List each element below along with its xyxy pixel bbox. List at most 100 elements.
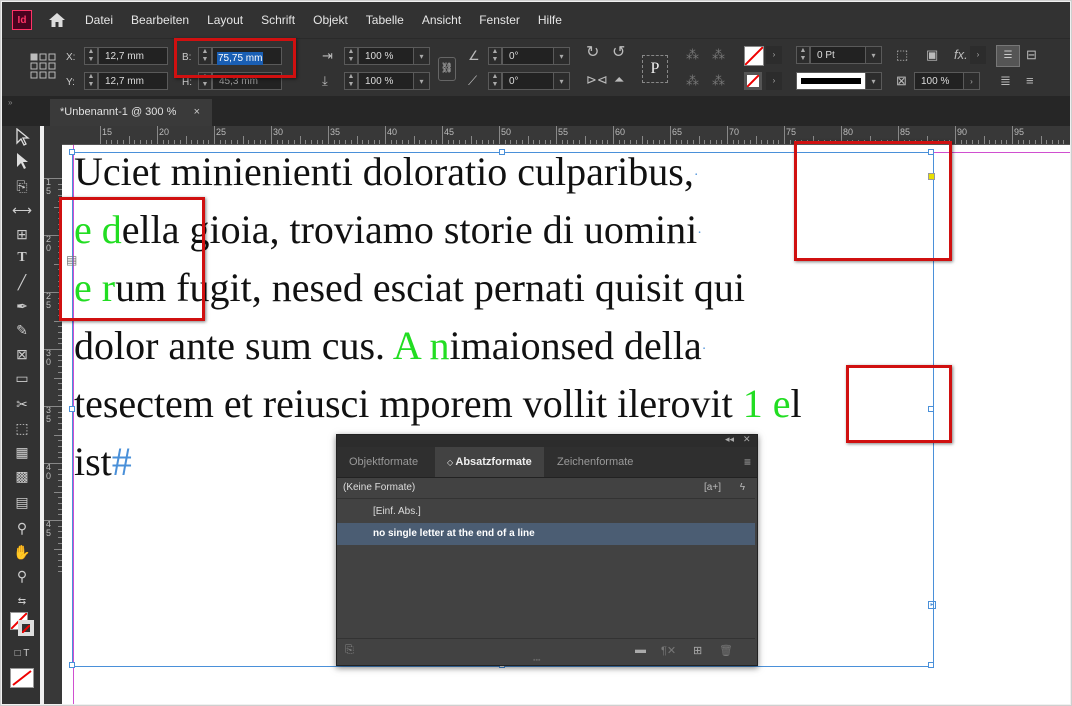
drop-shadow-icon[interactable]: ▣ (926, 47, 938, 63)
delete-style-icon[interactable]: 🗑 (719, 644, 733, 657)
select-container-icon[interactable]: ⁂ (686, 47, 699, 63)
ruler-origin[interactable] (44, 126, 62, 144)
scale-y-stepper[interactable]: ▲ ▼ (344, 72, 358, 90)
rotate-dropdown[interactable]: ▾ (554, 47, 570, 65)
align-left-icon[interactable]: ☰ (996, 45, 1020, 67)
menu-schrift[interactable]: Schrift (252, 13, 304, 27)
formatting-container-icon[interactable]: □ T (12, 644, 32, 664)
rotate-clockwise-icon[interactable]: ↻ (586, 45, 599, 61)
tab-unbenannt-1[interactable]: *Unbenannt-1 @ 300 % × (50, 99, 212, 126)
clear-overrides-icon[interactable]: ¶✕ (661, 644, 676, 657)
panel-close-icon[interactable]: ✕ (743, 434, 751, 445)
opacity-dropdown[interactable]: › (964, 72, 980, 90)
tab-zeichenformate[interactable]: Zeichenformate (545, 447, 645, 477)
distribute-icon[interactable]: ≣ (1000, 73, 1011, 89)
scissors-tool-icon[interactable]: ✂ (12, 394, 32, 414)
default-fill-stroke-icon[interactable]: ⇆ (12, 592, 32, 612)
zoom-tool-icon[interactable]: ⚲ (12, 566, 32, 586)
gradient-feather-tool-icon[interactable]: ▩ (12, 466, 32, 486)
list-item[interactable]: [Einf. Abs.] (337, 501, 755, 523)
gap-tool-icon[interactable]: ⟷ (12, 200, 32, 220)
content-collector-tool-icon[interactable]: ⊞ (12, 224, 32, 244)
page-tool-icon[interactable]: ⎘ (12, 176, 32, 196)
stroke-weight-input[interactable]: 0 Pt (810, 46, 866, 64)
width-stepper[interactable]: ▲ ▼ (198, 47, 212, 65)
frame-handle-tr[interactable] (928, 149, 934, 155)
stroke-type-dropdown[interactable]: ▾ (866, 72, 882, 90)
effects-dropdown[interactable]: › (970, 46, 986, 64)
new-style-icon[interactable]: ⊞ (693, 644, 702, 657)
height-input[interactable]: 45,3 mm (212, 72, 282, 90)
stroke-dropdown[interactable]: › (766, 72, 782, 90)
y-position-input[interactable]: 12,7 mm (98, 72, 168, 90)
menu-objekt[interactable]: Objekt (304, 13, 357, 27)
flip-horizontal-icon[interactable]: ⊳⊲ (586, 72, 608, 88)
align-center-icon[interactable]: ⊟ (1026, 47, 1037, 63)
root-style-row[interactable]: (Keine Formate) [a+] ϟ (337, 477, 755, 499)
frame-handle-mr[interactable] (928, 406, 934, 412)
frame-handle-bl[interactable] (69, 662, 75, 668)
scale-x-input[interactable]: 100 % (358, 47, 414, 65)
y-stepper[interactable]: ▲ ▼ (84, 72, 98, 90)
scale-y-input[interactable]: 100 % (358, 72, 414, 90)
height-stepper[interactable]: ▲ ▼ (198, 72, 212, 90)
resize-grip-icon[interactable]: ▪▪▪ (533, 657, 540, 664)
text-line-2[interactable]: e della gioia, troviamo storie di uomini… (74, 207, 702, 257)
effects-icon[interactable]: fx. (954, 47, 968, 63)
select-content-icon[interactable]: ⁂ (686, 73, 699, 89)
rectangle-frame-tool-icon[interactable]: ⊠ (12, 344, 32, 364)
create-style-from-selection-icon[interactable]: [a+] (704, 477, 721, 499)
gradient-swatch-tool-icon[interactable]: ▦ (12, 442, 32, 462)
hand-tool-icon[interactable]: ✋ (12, 542, 32, 562)
select-previous-icon[interactable]: ⁂ (712, 47, 725, 63)
close-tab-icon[interactable]: × (194, 99, 200, 126)
lightning-icon[interactable]: ϟ (740, 477, 745, 499)
shear-stepper[interactable]: ▲ ▼ (488, 72, 502, 90)
text-line-4[interactable]: dolor ante sum cus. A nimaionsed della· (74, 323, 706, 373)
menu-layout[interactable]: Layout (198, 13, 252, 27)
rotate-stepper[interactable]: ▲ ▼ (488, 47, 502, 65)
rotate-counterclockwise-icon[interactable]: ↺ (612, 45, 625, 61)
collapse-panel-icon[interactable]: » (8, 98, 12, 107)
stroke-weight-dropdown[interactable]: ▾ (866, 46, 882, 64)
x-position-input[interactable]: 12,7 mm (98, 47, 168, 65)
flip-vertical-icon[interactable]: ⏶ (614, 72, 624, 88)
reference-point-icon[interactable] (30, 53, 56, 82)
stroke-swatch-icon[interactable] (744, 72, 762, 90)
constrain-proportions-icon[interactable]: ⛓ (438, 57, 456, 81)
scale-x-stepper[interactable]: ▲ ▼ (344, 47, 358, 65)
align-right-icon[interactable]: ≡ (1026, 73, 1034, 89)
menu-fenster[interactable]: Fenster (470, 13, 529, 27)
corner-options-handle[interactable] (928, 173, 935, 180)
fill-stroke-swatch-icon[interactable] (10, 612, 34, 636)
selection-tool-icon[interactable] (12, 127, 32, 148)
shear-dropdown[interactable]: ▾ (554, 72, 570, 90)
frame-handle-br[interactable] (928, 662, 934, 668)
free-transform-tool-icon[interactable]: ⬚ (12, 418, 32, 438)
load-styles-icon[interactable]: ⎘ (345, 644, 354, 657)
stroke-type-selector[interactable] (796, 72, 866, 90)
menu-hilfe[interactable]: Hilfe (529, 13, 571, 27)
menu-tabelle[interactable]: Tabelle (357, 13, 413, 27)
panel-menu-icon[interactable]: ≡ (744, 455, 751, 469)
vertical-ruler[interactable]: 1 5 2 0 2 5 3 0 3 5 4 0 4 5 (44, 144, 63, 704)
pen-tool-icon[interactable]: ✒ (12, 296, 32, 316)
eyedropper-tool-icon[interactable]: ⚲ (12, 518, 32, 538)
line-tool-icon[interactable]: ╱ (12, 272, 32, 292)
rectangle-tool-icon[interactable]: ▭ (12, 368, 32, 388)
note-tool-icon[interactable]: ▤ (12, 492, 32, 512)
select-next-icon[interactable]: ⁂ (712, 73, 725, 89)
text-frame-options-icon[interactable]: ⬚ (896, 47, 908, 63)
scale-x-dropdown[interactable]: ▾ (414, 47, 430, 65)
text-line-1[interactable]: Uciet minienienti doloratio culparibus,· (74, 149, 699, 199)
text-line-6[interactable]: ist# (74, 439, 132, 485)
fill-dropdown[interactable]: › (766, 46, 782, 64)
text-line-3[interactable]: e rum fugit, nesed esciat pernati quisit… (74, 265, 745, 311)
shear-input[interactable]: 0° (502, 72, 554, 90)
panel-collapse-icon[interactable]: ◂◂ (725, 434, 734, 445)
menu-datei[interactable]: Datei (76, 13, 122, 27)
apply-none-icon[interactable] (10, 668, 34, 688)
x-stepper[interactable]: ▲ ▼ (84, 47, 98, 65)
opacity-input[interactable]: 100 % (914, 72, 964, 90)
menu-bearbeiten[interactable]: Bearbeiten (122, 13, 198, 27)
